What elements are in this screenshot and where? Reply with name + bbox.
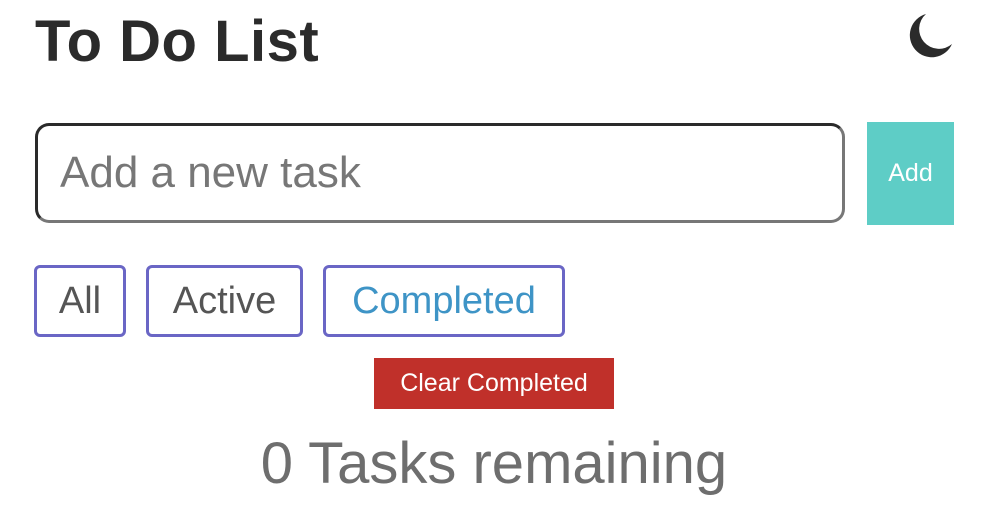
- new-task-input[interactable]: [35, 123, 845, 223]
- moon-icon: [909, 14, 952, 58]
- page-title: To Do List: [35, 9, 320, 74]
- filter-all-button[interactable]: All: [34, 265, 126, 337]
- clear-completed-button[interactable]: Clear Completed: [374, 358, 614, 409]
- tasks-remaining-counter: 0 Tasks remaining: [260, 431, 728, 496]
- filter-active-button[interactable]: Active: [146, 265, 303, 337]
- todo-app: To Do List Add All Active Completed Clea…: [0, 0, 982, 514]
- theme-toggle-button[interactable]: [904, 10, 956, 62]
- add-task-button[interactable]: Add: [867, 122, 954, 225]
- filter-completed-button[interactable]: Completed: [323, 265, 565, 337]
